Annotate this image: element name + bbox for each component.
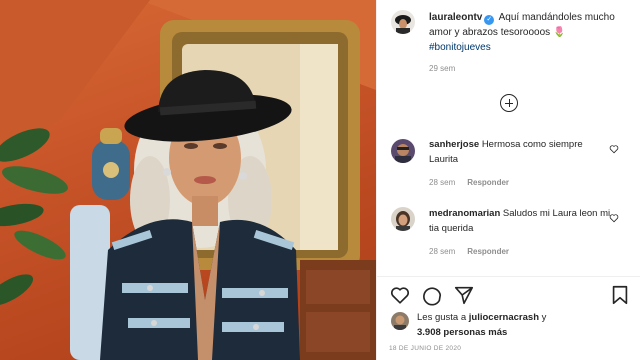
bookmark-icon[interactable] bbox=[609, 284, 631, 306]
post-time-ago: 29 sem bbox=[429, 64, 456, 73]
comment-bubble-icon[interactable] bbox=[421, 284, 443, 306]
comment-item: medranomarian Saludos mi Laura leon mi t… bbox=[429, 206, 614, 236]
commenter-avatar[interactable] bbox=[391, 207, 415, 231]
likes-prefix: Les gusta a bbox=[417, 312, 467, 323]
paper-plane-icon[interactable] bbox=[453, 284, 475, 306]
reply-button[interactable]: Responder bbox=[467, 178, 509, 187]
liker-avatar[interactable] bbox=[391, 312, 409, 330]
verified-badge-icon: ✓ bbox=[484, 15, 495, 25]
comment-username[interactable]: medranomarian bbox=[429, 208, 500, 219]
comment-username[interactable]: sanherjose bbox=[429, 139, 479, 150]
author-avatar[interactable] bbox=[391, 10, 415, 34]
comment-time-ago: 28 sem bbox=[429, 178, 456, 187]
caption-hashtag[interactable]: #bonitojueves bbox=[429, 42, 491, 53]
comment-like-heart-icon[interactable] bbox=[609, 144, 619, 154]
actions-divider bbox=[377, 276, 640, 277]
likes-summary: Les gusta a juliocernacrash y 3.908 pers… bbox=[417, 310, 627, 340]
author-username[interactable]: lauraleontv bbox=[429, 12, 482, 23]
comment-meta: 28 sem Responder bbox=[429, 247, 509, 256]
comment-meta: 28 sem Responder bbox=[429, 178, 509, 187]
post-details-panel: lauraleontv ✓ Aquí mandándoles mucho amor… bbox=[376, 0, 640, 360]
comment-time-ago: 28 sem bbox=[429, 247, 456, 256]
post-photo[interactable] bbox=[0, 0, 376, 360]
plus-circle-icon[interactable] bbox=[500, 94, 518, 112]
comment-like-heart-icon[interactable] bbox=[609, 213, 619, 223]
reply-button[interactable]: Responder bbox=[467, 247, 509, 256]
heart-icon[interactable] bbox=[389, 284, 411, 306]
post-photo-illustration bbox=[0, 0, 376, 360]
post-date: 18 DE JUNIO DE 2020 bbox=[389, 345, 462, 352]
commenter-avatar[interactable] bbox=[391, 139, 415, 163]
comment-item: sanherjose Hermosa como siempre Laurita bbox=[429, 137, 614, 167]
likes-first-user[interactable]: juliocernacrash bbox=[469, 312, 539, 323]
likes-joiner: y bbox=[541, 312, 547, 323]
post-caption: lauraleontv ✓ Aquí mandándoles mucho amor… bbox=[429, 10, 629, 55]
likes-count[interactable]: 3.908 personas más bbox=[417, 327, 507, 338]
